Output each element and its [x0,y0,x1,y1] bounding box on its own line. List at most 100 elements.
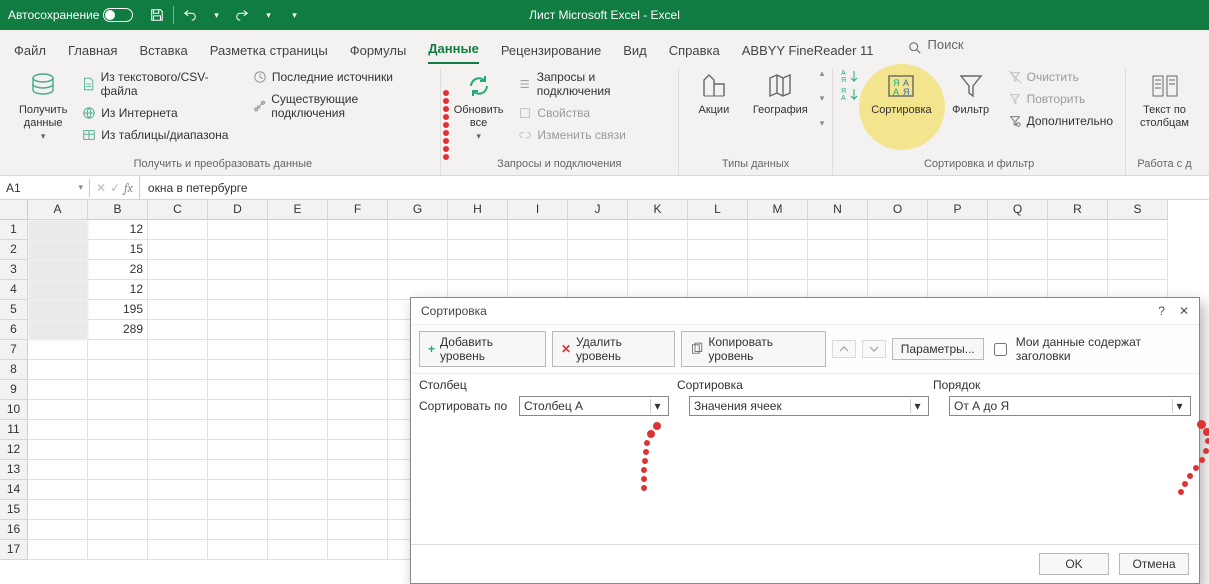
cell[interactable] [28,280,88,300]
cell[interactable] [148,360,208,380]
cell[interactable] [268,420,328,440]
cell[interactable] [1048,260,1108,280]
cell[interactable] [148,240,208,260]
cell[interactable] [628,260,688,280]
cell[interactable]: 28 [88,260,148,280]
cell[interactable] [628,240,688,260]
cell[interactable] [328,540,388,560]
delete-level-button[interactable]: ✕ Удалить уровень [552,331,675,367]
tab-home[interactable]: Главная [68,43,117,64]
cell[interactable] [868,260,928,280]
cell[interactable] [928,260,988,280]
tab-data[interactable]: Данные [428,41,479,64]
column-header[interactable]: M [748,200,808,220]
text-to-columns-button[interactable]: Текст по столбцам [1134,68,1195,131]
tab-file[interactable]: Файл [14,43,46,64]
column-header[interactable]: S [1108,200,1168,220]
tab-formulas[interactable]: Формулы [350,43,407,64]
cell[interactable]: 12 [88,280,148,300]
existing-conn-button[interactable]: Существующие подключения [249,90,432,122]
cell[interactable] [328,420,388,440]
cell[interactable] [88,480,148,500]
cell[interactable] [268,400,328,420]
cell[interactable] [328,280,388,300]
cell[interactable] [1048,220,1108,240]
cell[interactable] [868,240,928,260]
formula-input[interactable]: окна в петербурге [140,179,1209,197]
cell[interactable] [448,240,508,260]
cell[interactable] [628,220,688,240]
cell[interactable] [28,380,88,400]
cell[interactable] [868,220,928,240]
sort-button[interactable]: ЯААЯ Сортировка [865,68,937,119]
cell[interactable] [208,440,268,460]
cell[interactable] [28,500,88,520]
cell[interactable] [28,440,88,460]
cancel-button[interactable]: Отмена [1119,553,1189,575]
row-header[interactable]: 13 [0,460,28,480]
save-icon[interactable] [147,5,167,25]
cell[interactable] [268,320,328,340]
cell[interactable] [28,460,88,480]
cell[interactable] [268,280,328,300]
select-all-corner[interactable] [0,200,28,220]
qat-more-icon[interactable]: ▾ [284,5,304,25]
cell[interactable] [268,340,328,360]
cell[interactable] [328,360,388,380]
cell[interactable] [688,240,748,260]
cell[interactable] [148,300,208,320]
row-header[interactable]: 8 [0,360,28,380]
cell[interactable] [328,240,388,260]
cell[interactable] [148,480,208,500]
cell[interactable] [268,220,328,240]
column-header[interactable]: D [208,200,268,220]
column-combo[interactable]: Столбец A ▾ [519,396,669,416]
tab-review[interactable]: Рецензирование [501,43,601,64]
cell[interactable]: 15 [88,240,148,260]
check-icon[interactable]: ✓ [110,181,120,195]
sort-desc-icon[interactable]: ЯА [841,86,859,102]
cell[interactable] [208,400,268,420]
scroll-down-icon[interactable]: ▾ [820,93,825,104]
cell[interactable] [268,500,328,520]
cell[interactable] [328,300,388,320]
autosave-toggle[interactable]: Автосохранение [8,8,133,22]
cell[interactable] [328,460,388,480]
cell[interactable] [88,500,148,520]
column-header[interactable]: G [388,200,448,220]
tab-view[interactable]: Вид [623,43,647,64]
cell[interactable] [1048,240,1108,260]
advanced-filter-button[interactable]: Дополнительно [1004,112,1117,130]
undo-icon[interactable] [180,5,200,25]
row-header[interactable]: 6 [0,320,28,340]
cell[interactable] [1108,260,1168,280]
add-level-button[interactable]: + Добавить уровень [419,331,546,367]
column-header[interactable]: A [28,200,88,220]
row-header[interactable]: 16 [0,520,28,540]
cell[interactable] [328,220,388,240]
cell[interactable] [208,500,268,520]
cell[interactable] [268,360,328,380]
cell[interactable] [148,280,208,300]
cell[interactable] [208,240,268,260]
column-header[interactable]: E [268,200,328,220]
cell[interactable] [28,340,88,360]
row-header[interactable]: 17 [0,540,28,560]
cell[interactable] [208,540,268,560]
row-header[interactable]: 11 [0,420,28,440]
column-header[interactable]: B [88,200,148,220]
cell[interactable]: 12 [88,220,148,240]
cell[interactable] [328,520,388,540]
cell[interactable] [808,260,868,280]
column-header[interactable]: I [508,200,568,220]
cell[interactable] [88,400,148,420]
cell[interactable] [268,380,328,400]
cell[interactable] [328,260,388,280]
order-combo[interactable]: От А до Я ▾ [949,396,1191,416]
name-box[interactable]: A1 ▾ [0,179,90,197]
cell[interactable] [148,380,208,400]
cell[interactable] [508,240,568,260]
cell[interactable] [328,440,388,460]
checkbox-input[interactable] [994,343,1007,356]
chevron-down-icon[interactable]: ▾ [78,182,83,193]
